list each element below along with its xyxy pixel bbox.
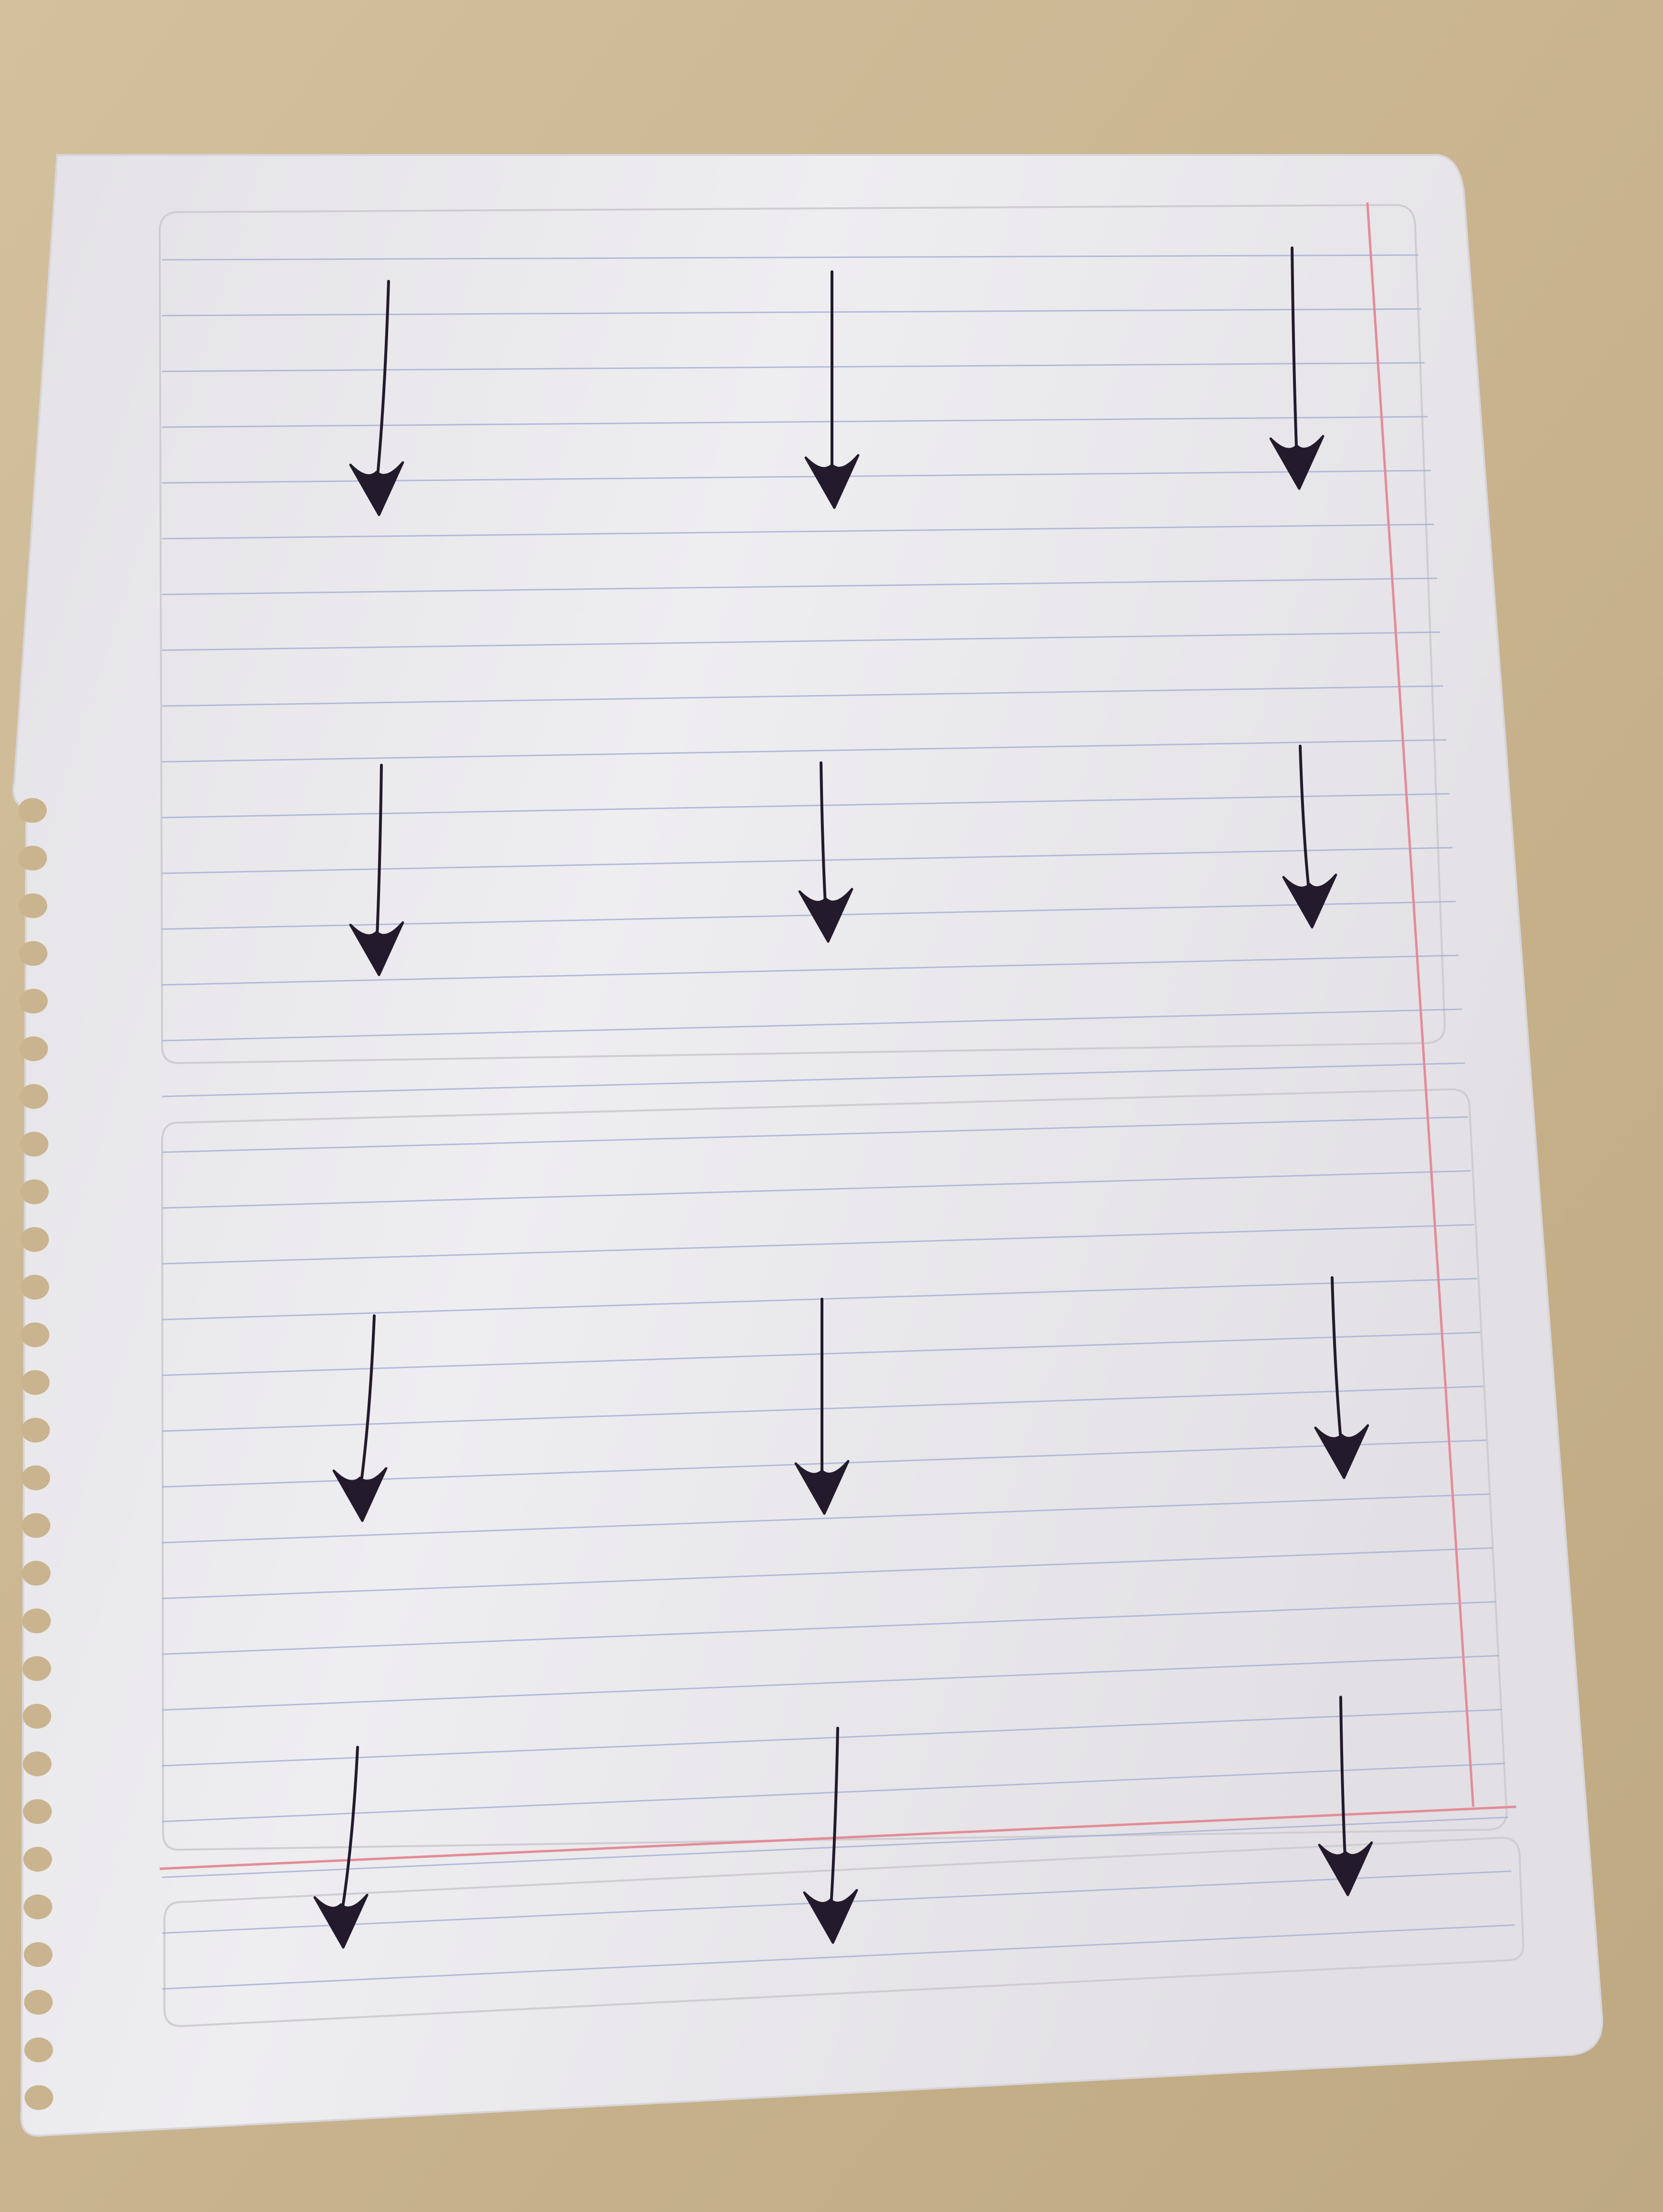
spiral-hole [20,1084,48,1109]
spiral-hole [23,1895,52,1919]
spiral-hole [22,1704,51,1729]
spiral-hole [22,1608,51,1633]
spiral-hole [24,2038,53,2062]
spiral-hole [21,1465,50,1490]
spiral-hole [24,2085,53,2110]
spiral-hole [21,1370,50,1395]
spiral-hole [18,798,47,823]
spiral-hole [22,1656,51,1681]
spiral-hole [23,1751,51,1776]
spiral-hole [19,989,48,1014]
spiral-hole [21,1275,49,1300]
spiral-hole [21,1513,51,1538]
spiral-hole [19,1036,48,1061]
spiral-hole [24,1942,52,1967]
spiral-hole [18,846,47,870]
photo-scene [0,0,1663,2212]
spiral-hole [20,1132,49,1157]
spiral-hole [23,1847,52,1872]
spiral-hole [21,1418,50,1443]
spiral-hole [21,1322,50,1347]
spiral-hole [19,893,47,918]
spiral-hole [23,1799,52,1824]
spiral-hole [19,941,48,966]
spiral-hole [22,1561,51,1586]
spiral-hole [20,1227,49,1252]
spiral-hole [24,1990,53,2015]
spiral-hole [20,1179,49,1204]
